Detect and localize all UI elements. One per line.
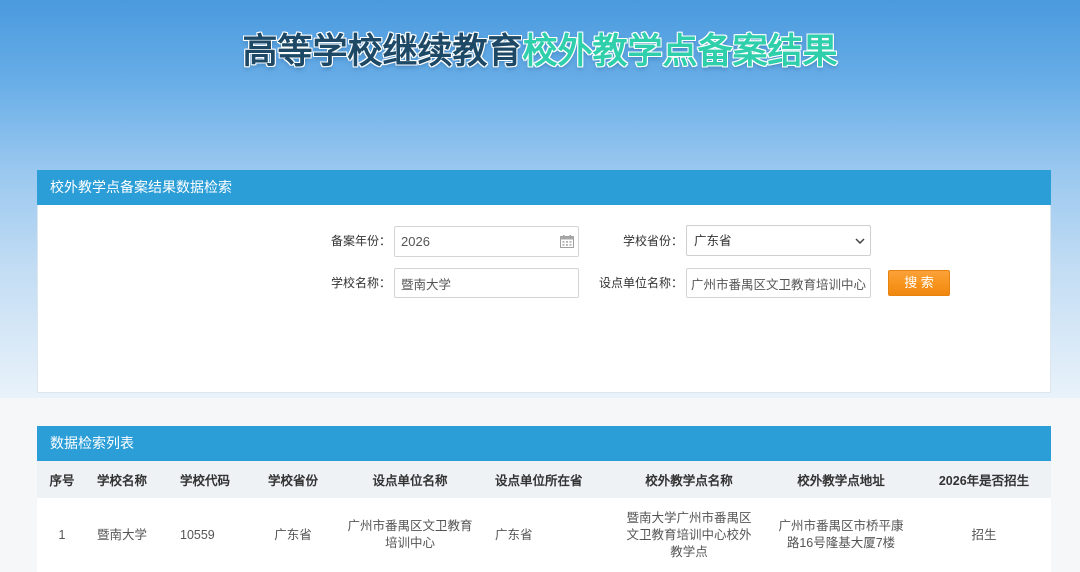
table-header-row: 序号 学校名称 学校代码 学校省份 设点单位名称 设点单位所在省 校外教学点名称… — [37, 461, 1051, 498]
calendar-icon[interactable] — [560, 235, 574, 248]
results-panel-header: 数据检索列表 — [37, 426, 1051, 461]
year-label: 备案年份： — [330, 234, 391, 248]
province-select-wrapper: 广东省 — [686, 225, 871, 256]
year-input[interactable] — [394, 226, 579, 257]
results-panel: 数据检索列表 序号 学校名称 学校代码 学校省份 设点单位名称 设点单位所在省 … — [37, 426, 1051, 572]
table-row: 1 暨南大学 10559 广东省 广州市番禺区文卫教育培训中心 广东省 暨南大学… — [37, 498, 1051, 572]
cell-index: 1 — [37, 498, 87, 572]
cell-unit-name-container: 广州市番禺区文卫教育培训中心 — [338, 498, 482, 572]
cell-unit-name: 广州市番禺区文卫教育培训中心 — [347, 519, 473, 550]
cell-school-code: 10559 — [157, 498, 248, 572]
unit-name-input[interactable] — [686, 268, 871, 298]
column-header-enrollment: 2026年是否招生 — [917, 461, 1051, 498]
cell-site-name: 暨南大学广州市番禺区文卫教育培训中心校外教学点 — [626, 510, 752, 559]
search-form: 备案年份： 学校省份： 广东省 学校名称： — [37, 205, 1051, 393]
column-header-school-code: 学校代码 — [157, 461, 248, 498]
cell-school-province: 广东省 — [248, 498, 338, 572]
cell-school-name: 暨南大学 — [87, 498, 157, 572]
cell-enrollment-status: 招生 — [917, 498, 1051, 572]
province-label: 学校省份： — [622, 234, 683, 248]
title-part-accent: 校外教学点备案结果 — [522, 32, 838, 71]
title-part-main: 高等学校继续教育 — [242, 32, 523, 71]
column-header-school-province: 学校省份 — [248, 461, 338, 498]
column-header-unit-province: 设点单位所在省 — [482, 461, 613, 498]
cell-unit-province: 广东省 — [482, 498, 613, 572]
search-panel-header: 校外教学点备案结果数据检索 — [37, 170, 1051, 205]
column-header-unit-name: 设点单位名称 — [338, 461, 482, 498]
year-field — [394, 226, 579, 257]
school-name-input[interactable] — [394, 268, 579, 298]
search-button[interactable]: 搜 索 — [888, 270, 950, 296]
school-name-label: 学校名称： — [330, 276, 391, 290]
page-title: 高等学校继续教育校外教学点备案结果 — [0, 31, 1080, 73]
cell-site-address-container: 广州市番禺区市桥平康路16号隆基大厦7楼 — [765, 498, 917, 572]
column-header-school-name: 学校名称 — [87, 461, 157, 498]
search-panel: 校外教学点备案结果数据检索 备案年份： 学校省份： 广东省 — [37, 170, 1051, 393]
unit-name-label: 设点单位名称： — [598, 276, 683, 290]
cell-site-name-container: 暨南大学广州市番禺区文卫教育培训中心校外教学点 — [613, 498, 765, 572]
column-header-index: 序号 — [37, 461, 87, 498]
cell-site-address: 广州市番禺区市桥平康路16号隆基大厦7楼 — [778, 519, 904, 550]
column-header-site-name: 校外教学点名称 — [613, 461, 765, 498]
column-header-site-address: 校外教学点地址 — [765, 461, 917, 498]
province-select[interactable]: 广东省 — [686, 225, 871, 256]
results-table: 序号 学校名称 学校代码 学校省份 设点单位名称 设点单位所在省 校外教学点名称… — [37, 461, 1051, 572]
